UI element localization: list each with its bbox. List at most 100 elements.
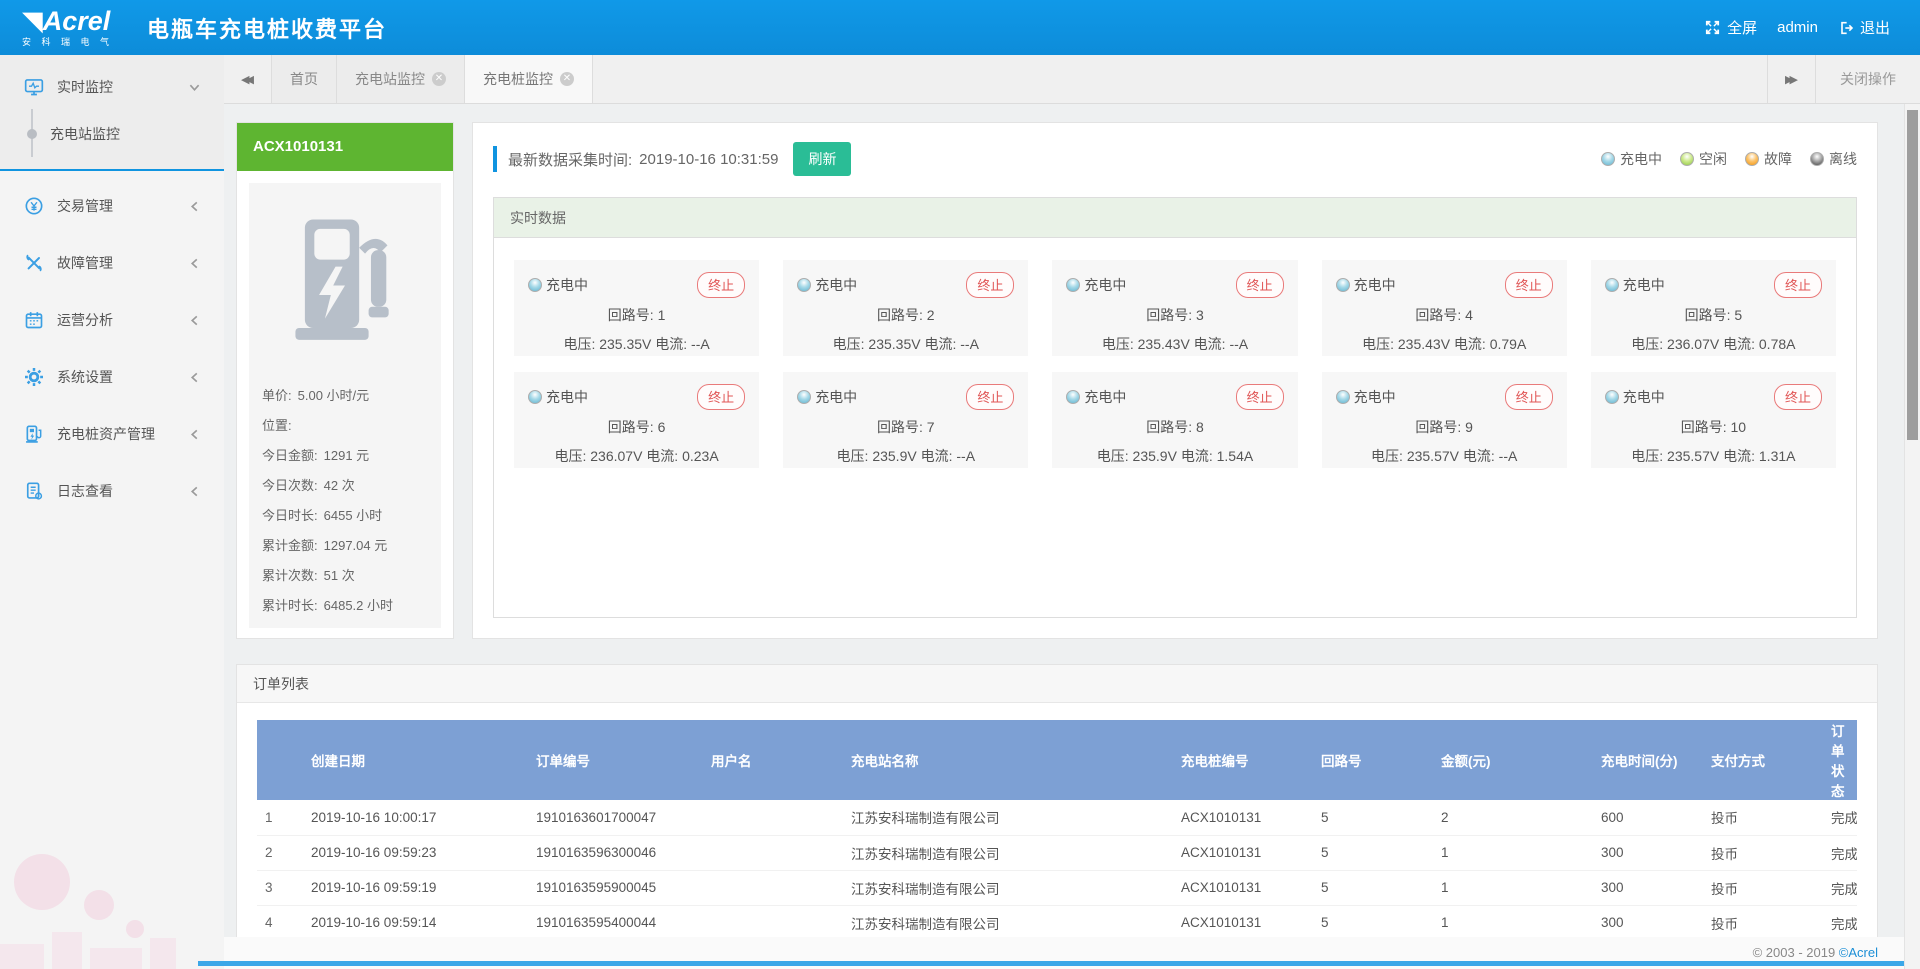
row-index: 3 <box>257 870 303 905</box>
sidebar-item-实时监控[interactable]: 实时监控 <box>0 65 224 109</box>
stat-label: 单价: <box>262 388 292 403</box>
card-status-label: 充电中 <box>1623 275 1665 295</box>
stop-button[interactable]: 终止 <box>1236 272 1284 298</box>
row-cell: 5 <box>1313 835 1433 870</box>
tabs: 首页充电站监控✕充电桩监控✕ <box>272 55 593 103</box>
card-status-label: 充电中 <box>815 387 857 407</box>
sidebar-item-故障管理[interactable]: 故障管理 <box>0 241 224 285</box>
charging-status-ball-icon <box>797 390 811 404</box>
card-circuit-number: 回路号: 6 <box>528 417 745 437</box>
legend-label: 离线 <box>1829 149 1857 169</box>
stop-button[interactable]: 终止 <box>1774 272 1822 298</box>
vertical-scrollbar-thumb[interactable] <box>1907 110 1918 440</box>
circuit-card-7: 充电中终止回路号: 7电压: 235.9V 电流: --A <box>783 372 1028 468</box>
row-cell: ACX1010131 <box>1173 800 1313 835</box>
sidebar-section-3: 运营分析 <box>0 298 224 342</box>
acrel-logo-word: Acrel <box>43 6 111 36</box>
charging-pile-illustration <box>249 183 441 371</box>
charging-status-ball-icon <box>1605 390 1619 404</box>
card-voltage-current: 电压: 235.35V 电流: --A <box>528 334 745 354</box>
sidebar-item-运营分析[interactable]: 运营分析 <box>0 298 224 342</box>
card-circuit-number: 回路号: 4 <box>1336 305 1553 325</box>
stop-button[interactable]: 终止 <box>966 384 1014 410</box>
sidebar-subitem-充电站监控[interactable]: 充电站监控 <box>0 113 224 155</box>
calendar-icon <box>24 310 44 330</box>
row-cell: 2 <box>1433 800 1593 835</box>
acrel-logo: ◥Acrel 安 科 瑞 电 气 <box>0 8 123 47</box>
sidebar-item-label: 系统设置 <box>57 367 113 387</box>
footer-brand-link[interactable]: ©Acrel <box>1839 945 1878 960</box>
orders-col-充电站名称: 充电站名称 <box>843 720 1173 800</box>
table-row[interactable]: 32019-10-16 09:59:191910163595900045江苏安科… <box>257 870 1857 905</box>
row-index: 4 <box>257 905 303 938</box>
legend-空闲: 空闲 <box>1680 149 1727 169</box>
fullscreen-button[interactable]: 全屏 <box>1704 17 1757 38</box>
tab-close-icon[interactable]: ✕ <box>560 72 574 86</box>
tabs-scroll-left-button[interactable]: ◀◀ <box>224 55 272 103</box>
close-operations-menu[interactable]: 关闭操作 <box>1815 55 1920 103</box>
tab-充电站监控[interactable]: 充电站监控 ✕ <box>337 55 465 103</box>
tab-close-icon[interactable]: ✕ <box>432 72 446 86</box>
sidebar-subitem-label: 充电站监控 <box>50 124 120 144</box>
refresh-button[interactable]: 刷新 <box>793 142 851 176</box>
sidebar-item-交易管理[interactable]: 交易管理 <box>0 184 224 228</box>
card-top-row: 充电中终止 <box>1336 384 1553 410</box>
sidebar-item-系统设置[interactable]: 系统设置 <box>0 355 224 399</box>
card-top-row: 充电中终止 <box>1336 272 1553 298</box>
copyright-text: © 2003 - 2019 <box>1753 945 1839 960</box>
logout-button[interactable]: 退出 <box>1838 17 1890 38</box>
circuit-cards-grid: 充电中终止回路号: 1电压: 235.35V 电流: --A充电中终止回路号: … <box>494 238 1856 490</box>
table-row[interactable]: 42019-10-16 09:59:141910163595400044江苏安科… <box>257 905 1857 938</box>
vertical-scrollbar[interactable] <box>1904 104 1920 969</box>
row-cell: 300 <box>1593 870 1703 905</box>
sidebar-item-label: 运营分析 <box>57 310 113 330</box>
station-stat-row: 今日时长:6455 小时 <box>262 501 428 531</box>
tabs-scroll-right-button[interactable]: ▶▶ <box>1767 55 1815 103</box>
legend-充电中: 充电中 <box>1601 149 1662 169</box>
stop-button[interactable]: 终止 <box>1236 384 1284 410</box>
sidebar-item-日志查看[interactable]: 日志查看 <box>0 469 224 513</box>
tab-label: 充电站监控 <box>355 69 425 89</box>
card-status: 充电中 <box>797 275 857 295</box>
tab-充电桩监控[interactable]: 充电桩监控✕ <box>465 55 593 103</box>
orders-title: 订单列表 <box>237 665 1877 703</box>
stat-label: 累计次数: <box>262 568 318 583</box>
card-voltage-current: 电压: 235.35V 电流: --A <box>797 334 1014 354</box>
row-cell: 江苏安科瑞制造有限公司 <box>843 800 1173 835</box>
stop-button[interactable]: 终止 <box>1505 384 1553 410</box>
username: admin <box>1777 19 1818 36</box>
row-cell <box>703 905 843 938</box>
realtime-data-section: 实时数据 充电中终止回路号: 1电压: 235.35V 电流: --A充电中终止… <box>493 197 1857 618</box>
collect-time-label: 最新数据采集时间: <box>508 149 632 170</box>
sidebar-section-2: 故障管理 <box>0 241 224 285</box>
card-status-label: 充电中 <box>1623 387 1665 407</box>
station-stats-list: 单价:5.00 小时/元位置:今日金额:1291 元今日次数:42 次今日时长:… <box>249 371 441 621</box>
station-summary-panel: ACX1010131 单价:5.00 小时/元位置:今日金额:1291 元今日次… <box>236 122 454 639</box>
stop-button[interactable]: 终止 <box>966 272 1014 298</box>
table-row[interactable]: 12019-10-16 10:00:171910163601700047江苏安科… <box>257 800 1857 835</box>
stop-button[interactable]: 终止 <box>1774 384 1822 410</box>
row-index: 1 <box>257 800 303 835</box>
card-circuit-number: 回路号: 8 <box>1066 417 1283 437</box>
stop-button[interactable]: 终止 <box>697 384 745 410</box>
station-stat-row: 累计金额:1297.04 元 <box>262 531 428 561</box>
transaction-icon <box>24 196 44 216</box>
table-row[interactable]: 22019-10-16 09:59:231910163596300046江苏安科… <box>257 835 1857 870</box>
realtime-section-title: 实时数据 <box>494 198 1856 238</box>
card-voltage-current: 电压: 235.9V 电流: --A <box>797 446 1014 466</box>
row-cell: 江苏安科瑞制造有限公司 <box>843 835 1173 870</box>
collect-info-row: 最新数据采集时间: 2019-10-16 10:31:59 刷新 充电中空闲故障… <box>493 141 1857 177</box>
accent-bar <box>493 146 497 172</box>
bottom-accent-strip <box>198 961 1920 966</box>
stop-button[interactable]: 终止 <box>697 272 745 298</box>
user-menu[interactable]: admin <box>1777 19 1818 36</box>
sidebar-item-label: 日志查看 <box>57 481 113 501</box>
tab-首页[interactable]: 首页 <box>272 55 337 103</box>
stat-value: 42 次 <box>324 478 355 493</box>
chevron-left-icon <box>189 429 200 440</box>
sidebar-item-充电桩资产管理[interactable]: 充电桩资产管理 <box>0 412 224 456</box>
card-top-row: 充电中终止 <box>1066 272 1283 298</box>
chevron-left-icon <box>189 486 200 497</box>
card-status-label: 充电中 <box>546 387 588 407</box>
stop-button[interactable]: 终止 <box>1505 272 1553 298</box>
